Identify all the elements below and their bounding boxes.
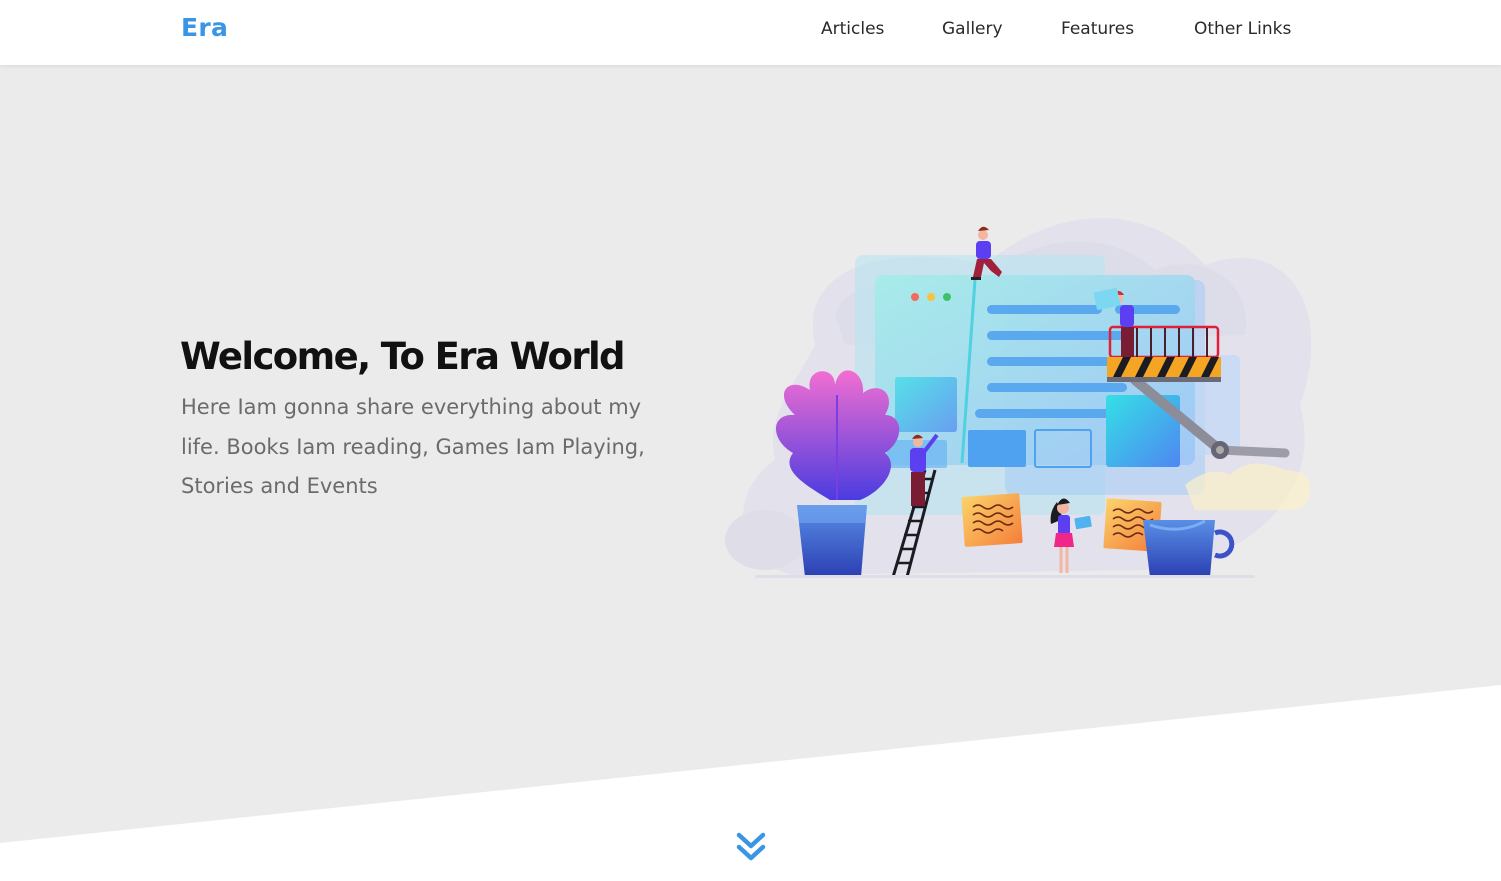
double-chevron-down-icon[interactable] (733, 830, 769, 864)
navbar: Era Articles Gallery Features Other Link… (0, 0, 1501, 65)
nav-link-articles[interactable]: Articles (821, 19, 884, 39)
hero-title: Welcome, To Era World (180, 335, 626, 378)
nav-link-other-links[interactable]: Other Links (1194, 19, 1291, 39)
hero-description: Here Iam gonna share everything about my… (181, 395, 645, 498)
nav-link-gallery[interactable]: Gallery (942, 19, 1003, 39)
nav-link-features[interactable]: Features (1061, 19, 1134, 39)
web-development-illustration (725, 218, 1312, 578)
nav-menu: Articles Gallery Features Other Links (0, 19, 1501, 43)
